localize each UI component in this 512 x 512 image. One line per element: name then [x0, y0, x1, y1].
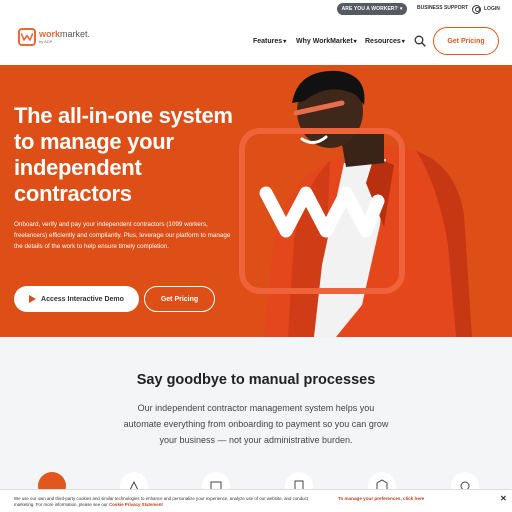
search-icon[interactable]	[414, 35, 426, 47]
section-title: Say goodbye to manual processes	[136, 372, 376, 388]
chevron-down-icon: ▾	[353, 39, 357, 45]
section-body: Our independent contractor management sy…	[123, 403, 389, 445]
chevron-down-icon: ▾	[399, 6, 403, 12]
manual-processes-section: Say goodbye to manual processes Our inde…	[0, 337, 512, 512]
main-nav: workmarket. by ADP Features▾ Why WorkMar…	[0, 18, 512, 65]
user-icon	[472, 4, 481, 14]
logo-sub: by ADP	[39, 38, 53, 44]
hero-title: The all-in-one system to manage your ind…	[14, 103, 233, 206]
nav-why-workmarket[interactable]: Why WorkMarket▾	[296, 38, 357, 45]
cookie-privacy-link[interactable]: Cookie Privacy Statement	[109, 502, 163, 507]
logo-mark-icon	[18, 28, 36, 46]
nav-features[interactable]: Features▾	[253, 38, 286, 45]
business-support-link[interactable]: BUSINESS SUPPORT	[417, 5, 468, 11]
nav-resources[interactable]: Resources▾	[365, 38, 405, 45]
get-pricing-hero-button[interactable]: Get Pricing	[144, 286, 215, 312]
cookie-banner: We use our own and third-party cookies a…	[0, 489, 512, 512]
access-demo-button[interactable]: Access Interactive Demo	[14, 286, 139, 312]
hero-person-image	[239, 70, 472, 337]
close-icon[interactable]: ✕	[500, 494, 507, 503]
login-label: LOGIN	[484, 6, 500, 12]
access-demo-label: Access Interactive Demo	[41, 295, 124, 303]
are-you-a-worker-button[interactable]: ARE YOU A WORKER? ▾	[337, 3, 407, 15]
get-pricing-nav-button[interactable]: Get Pricing	[433, 27, 499, 55]
utility-bar: ARE YOU A WORKER? ▾ BUSINESS SUPPORT LOG…	[0, 0, 512, 18]
chevron-down-icon: ▾	[283, 39, 287, 45]
worker-label: ARE YOU A WORKER?	[341, 6, 398, 12]
manage-preferences-link[interactable]: To manage your preferences, click here	[338, 496, 424, 501]
workmarket-logo[interactable]: workmarket. by ADP	[18, 28, 90, 46]
chevron-down-icon: ▾	[401, 39, 405, 45]
hero-body: Onboard, verify and pay your independent…	[14, 221, 231, 250]
hero-section: The all-in-one system to manage your ind…	[0, 65, 512, 337]
cookie-text: We use our own and third-party cookies a…	[14, 496, 309, 507]
login-link[interactable]: LOGIN	[472, 3, 500, 15]
play-icon	[29, 295, 37, 303]
logo-wordmark: workmarket.	[39, 28, 91, 39]
